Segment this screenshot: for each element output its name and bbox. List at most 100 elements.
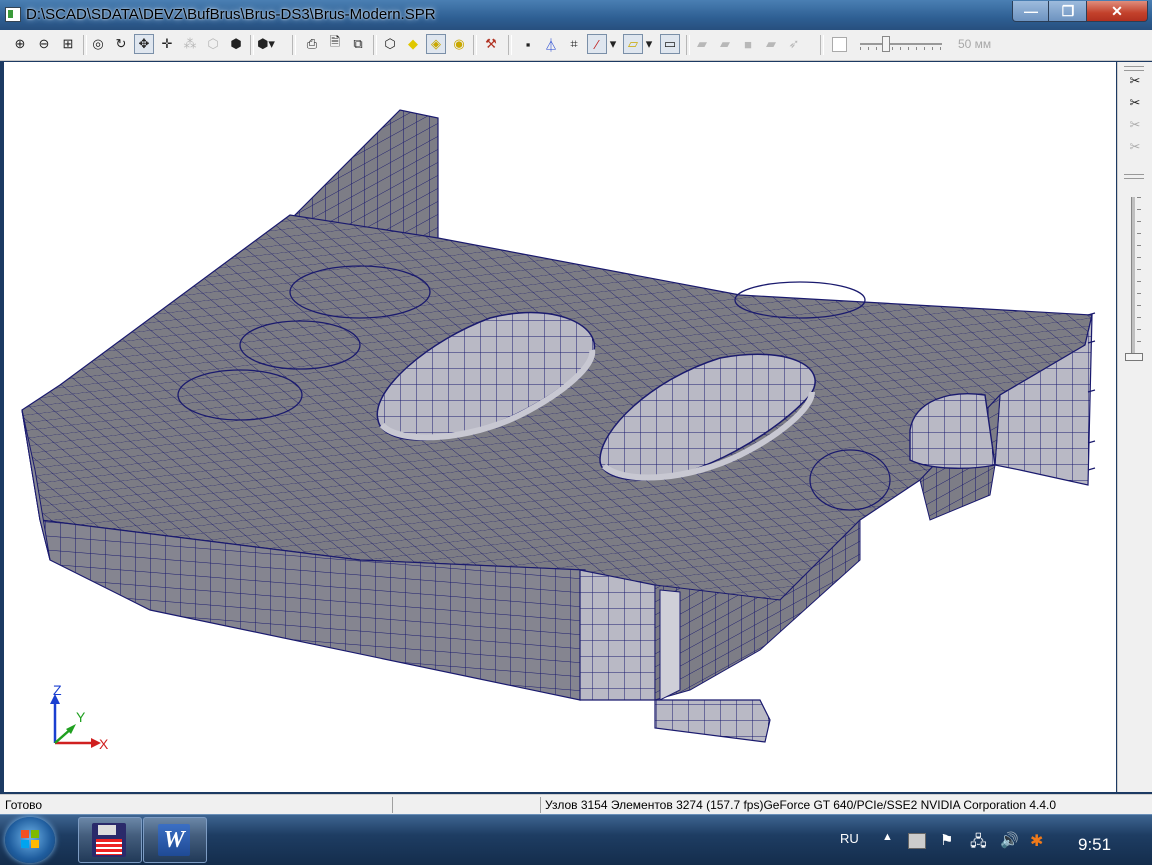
line-color-icon: ⁄ <box>595 36 599 52</box>
frame-button[interactable]: ▭ <box>660 34 680 54</box>
slider-value-label: 50 мм <box>958 37 992 51</box>
taskbar-word-app[interactable]: W <box>143 817 207 863</box>
slider-thumb[interactable] <box>881 36 890 52</box>
render-icon: ◉ <box>453 36 465 51</box>
shaded-view-icon: ◈ <box>431 36 441 51</box>
zoom-window-button[interactable]: ⊞ <box>58 34 78 54</box>
zoom-fit-icon: ◎ <box>92 36 104 51</box>
status-divider <box>392 797 393 813</box>
toolbar-separator <box>473 35 477 55</box>
antivirus-icon[interactable]: ✱ <box>1030 831 1043 851</box>
section-4-button[interactable]: ▰ <box>761 34 781 54</box>
taskbar-scad-app[interactable] <box>78 817 142 863</box>
grid-display-button[interactable]: ⌗ <box>564 34 584 54</box>
box-view-button[interactable]: ⬢ <box>226 34 246 54</box>
status-bar: Готово Узлов 3154 Элементов 3274 (157.7 … <box>0 794 1152 815</box>
start-button[interactable] <box>5 817 55 863</box>
section-3-button[interactable]: ■ <box>738 34 758 54</box>
move-button[interactable]: ✛ <box>157 34 177 54</box>
toolbar-separator <box>373 35 377 55</box>
pan-button[interactable]: ✥ <box>134 34 154 54</box>
axes-display-icon: ⏃ <box>544 37 558 53</box>
preview-button[interactable]: 🗎 <box>325 34 345 54</box>
scale-slider[interactable] <box>860 43 942 45</box>
volume-icon[interactable]: 🔊 <box>1000 831 1019 849</box>
fill-color-icon: ▱ <box>628 36 638 51</box>
tools-button[interactable]: ⚒ <box>481 34 501 54</box>
windows-logo-icon <box>21 830 39 848</box>
shaded-view-button[interactable]: ◈ <box>426 34 446 54</box>
vertical-slider[interactable] <box>1131 197 1135 357</box>
wireframe-button[interactable]: ⬡ <box>380 34 400 54</box>
word-icon: W <box>158 824 190 856</box>
view-dropdown-button[interactable]: ⬢▾ <box>256 34 276 54</box>
section-1-button[interactable]: ▰ <box>692 34 712 54</box>
projection-icon: ⬡ <box>207 36 219 51</box>
panel-grip[interactable] <box>1124 174 1144 179</box>
close-button[interactable]: ✕ <box>1086 1 1148 22</box>
keyboard-tray-icon[interactable] <box>908 833 926 849</box>
model-viewport[interactable]: Z Y X <box>4 62 1116 792</box>
axes-display-button[interactable]: ⏃ <box>541 34 561 54</box>
chevron-down-icon: ▾ <box>609 36 617 51</box>
show-hidden-icons-icon[interactable]: ▲ <box>882 831 893 843</box>
status-ready: Готово <box>5 798 43 812</box>
section-2-button[interactable]: ▰ <box>715 34 735 54</box>
chevron-down-icon: ▾ <box>645 36 653 51</box>
node-display-button[interactable]: ▪ <box>518 34 538 54</box>
rotate-button[interactable]: ↻ <box>111 34 131 54</box>
vertical-slider-thumb[interactable] <box>1125 353 1143 361</box>
solid-view-icon: ◆ <box>408 36 418 51</box>
clock[interactable]: 9:51 <box>1078 835 1111 855</box>
grid-display-icon: ⌗ <box>570 36 578 51</box>
cut-tool-4-icon: ✂ <box>1129 139 1141 154</box>
toolbar-separator <box>508 35 512 55</box>
app-icon[interactable] <box>5 7 21 22</box>
action-center-flag-icon[interactable]: ⚑ <box>940 831 953 849</box>
zoom-out-button[interactable]: ⊖ <box>34 34 54 54</box>
cut-tool-2-button[interactable]: ✂ <box>1126 94 1144 112</box>
projection-button[interactable]: ⬡ <box>203 34 223 54</box>
zoom-in-icon: ⊕ <box>14 36 26 51</box>
panel-grip[interactable] <box>1124 66 1144 71</box>
toolbar-separator <box>83 35 87 55</box>
node-display-icon: ▪ <box>525 36 531 52</box>
print-button[interactable]: ⎙ <box>302 34 322 54</box>
line-color-button[interactable]: ⁄ <box>587 34 607 54</box>
copy-image-icon: ⧉ <box>353 36 363 51</box>
fill-color-dropdown[interactable]: ▾ <box>643 34 655 54</box>
nodes-icon: ⁂ <box>183 36 197 51</box>
render-button[interactable]: ◉ <box>449 34 469 54</box>
pan-icon: ✥ <box>138 36 150 51</box>
copy-image-button[interactable]: ⧉ <box>348 34 368 54</box>
section-3-icon: ■ <box>744 36 752 52</box>
zoom-in-button[interactable]: ⊕ <box>10 34 30 54</box>
maximize-button[interactable]: ❐ <box>1048 1 1088 22</box>
toolbar-separator <box>686 35 690 55</box>
cut-tool-3-icon: ✂ <box>1129 117 1141 132</box>
nodes-button[interactable]: ⁂ <box>180 34 200 54</box>
y-axis-label: Y <box>76 709 86 725</box>
status-divider <box>540 797 541 813</box>
minimize-button[interactable]: — <box>1012 1 1050 22</box>
frame-icon: ▭ <box>663 36 677 51</box>
window-title: D:\SCAD\SDATA\DEVZ\BufBrus\Brus-DS3\Brus… <box>26 6 436 23</box>
line-color-dropdown[interactable]: ▾ <box>607 34 619 54</box>
move-icon: ✛ <box>161 36 173 51</box>
fill-color-button[interactable]: ▱ <box>623 34 643 54</box>
cut-tool-4-button[interactable]: ✂ <box>1126 138 1144 156</box>
slider-checkbox[interactable] <box>832 37 847 52</box>
cut-tool-1-button[interactable]: ✂ <box>1126 72 1144 90</box>
solid-view-button[interactable]: ◆ <box>403 34 423 54</box>
section-5-button[interactable]: ➶ <box>784 34 804 54</box>
box-view-icon: ⬢▾ <box>257 36 275 51</box>
network-icon[interactable]: 🖧 <box>970 831 987 856</box>
right-tool-panel: ✂ ✂ ✂ ✂ <box>1117 62 1152 792</box>
zoom-out-icon: ⊖ <box>38 36 50 51</box>
zoom-fit-button[interactable]: ◎ <box>88 34 108 54</box>
language-indicator[interactable]: RU <box>840 831 859 846</box>
status-model-info: Узлов 3154 Элементов 3274 (157.7 fps)GeF… <box>545 798 1057 812</box>
cut-tool-3-button[interactable]: ✂ <box>1126 116 1144 134</box>
cut-tool-1-icon: ✂ <box>1129 73 1141 88</box>
taskbar: W RU ▲ ⚑ 🖧 🔊 ✱ 9:51 <box>0 814 1152 865</box>
